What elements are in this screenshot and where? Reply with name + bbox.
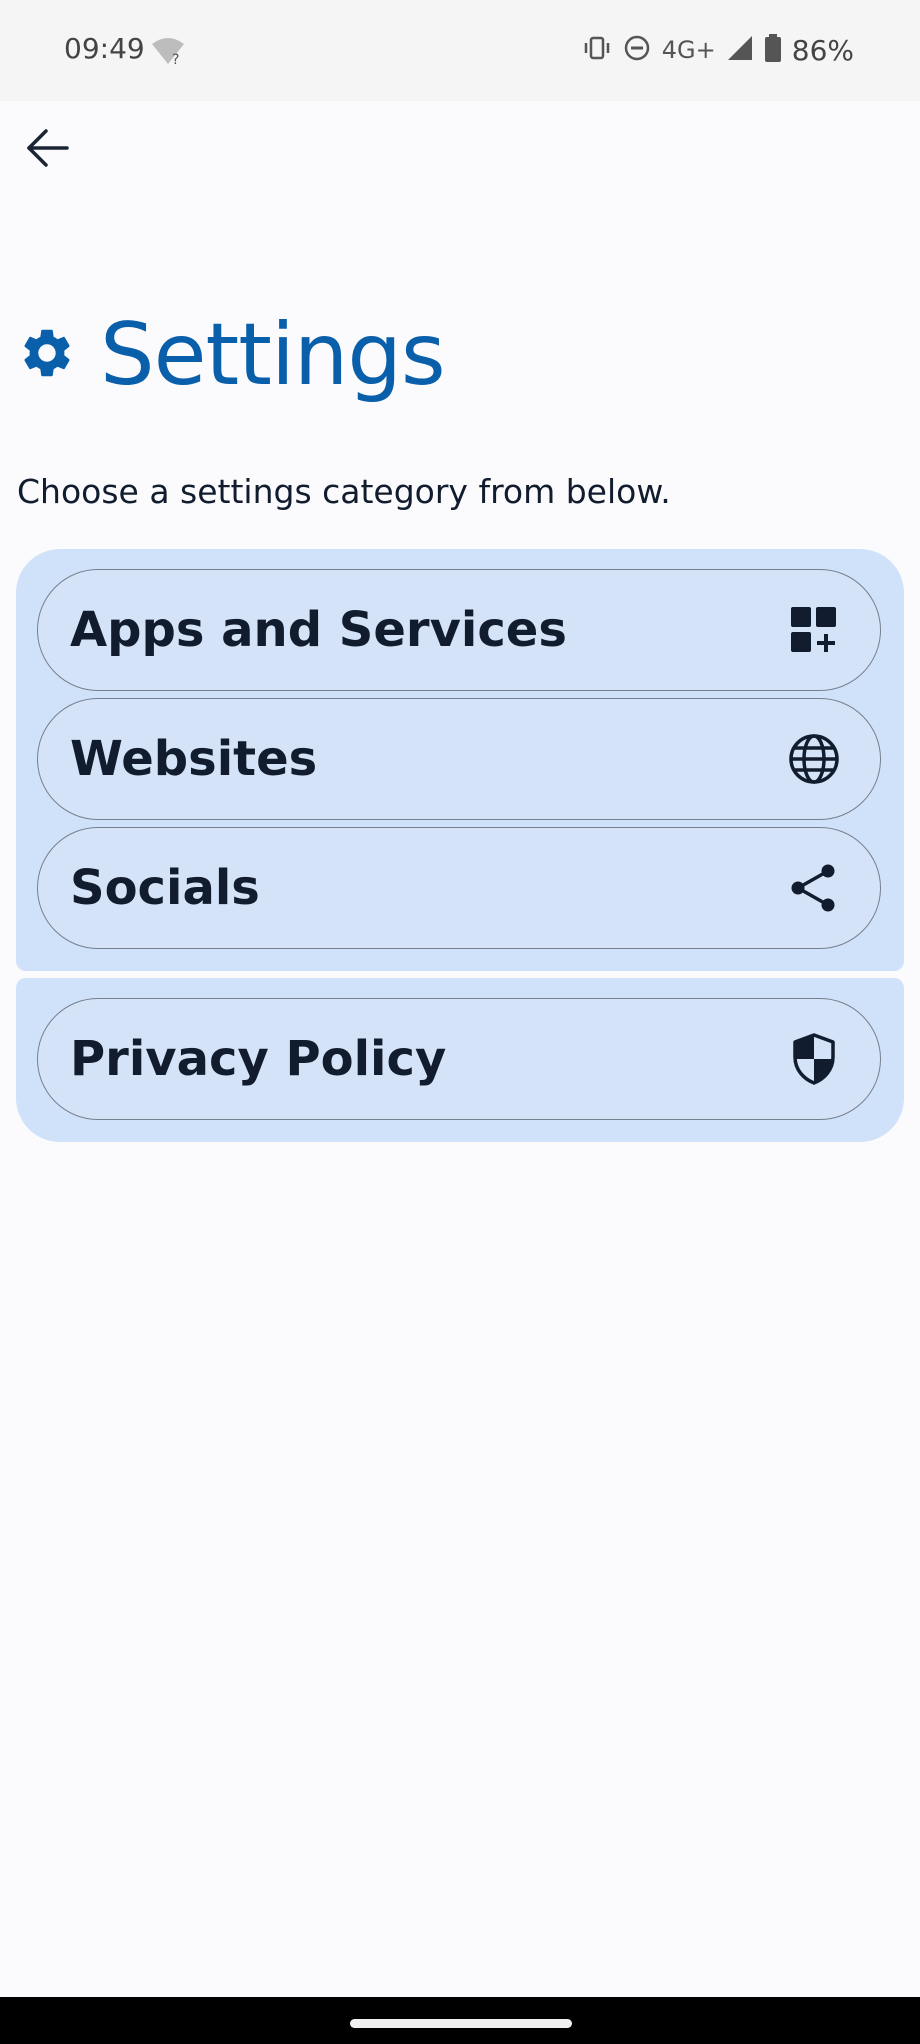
status-time: 09:49	[64, 32, 145, 65]
shield-icon	[786, 1031, 842, 1087]
websites-button[interactable]: Websites	[37, 698, 881, 820]
home-gesture-handle[interactable]	[350, 2019, 572, 2028]
item-label: Apps and Services	[70, 602, 567, 658]
privacy-policy-button[interactable]: Privacy Policy	[37, 998, 881, 1120]
page-title: Settings	[100, 305, 446, 405]
page-subtitle: Choose a settings category from below.	[17, 472, 671, 511]
wifi-icon: ?	[150, 36, 186, 68]
globe-icon	[786, 731, 842, 787]
status-icons: 4G+ 86%	[582, 30, 854, 70]
apps-add-icon	[786, 602, 842, 658]
gear-icon	[18, 324, 76, 387]
battery-icon	[764, 33, 782, 68]
vibrate-icon	[582, 33, 612, 68]
svg-text:?: ?	[172, 52, 179, 66]
settings-group-privacy: Privacy Policy	[16, 978, 904, 1142]
network-type: 4G+	[661, 36, 716, 64]
status-bar: 09:49 ? 4G+ 86%	[0, 0, 920, 101]
page-header: Settings	[18, 300, 446, 410]
socials-button[interactable]: Socials	[37, 827, 881, 949]
settings-group-main: Apps and Services Websites Socials	[16, 549, 904, 971]
share-icon	[786, 860, 842, 916]
do-not-disturb-icon	[622, 33, 652, 68]
item-label: Websites	[70, 731, 318, 787]
signal-icon	[726, 34, 754, 67]
arrow-left-icon	[27, 129, 69, 167]
system-navigation-bar	[0, 1997, 920, 2044]
battery-percentage: 86%	[791, 33, 854, 67]
item-label: Socials	[70, 860, 260, 916]
back-button[interactable]	[18, 118, 78, 178]
apps-and-services-button[interactable]: Apps and Services	[37, 569, 881, 691]
item-label: Privacy Policy	[70, 1031, 447, 1087]
